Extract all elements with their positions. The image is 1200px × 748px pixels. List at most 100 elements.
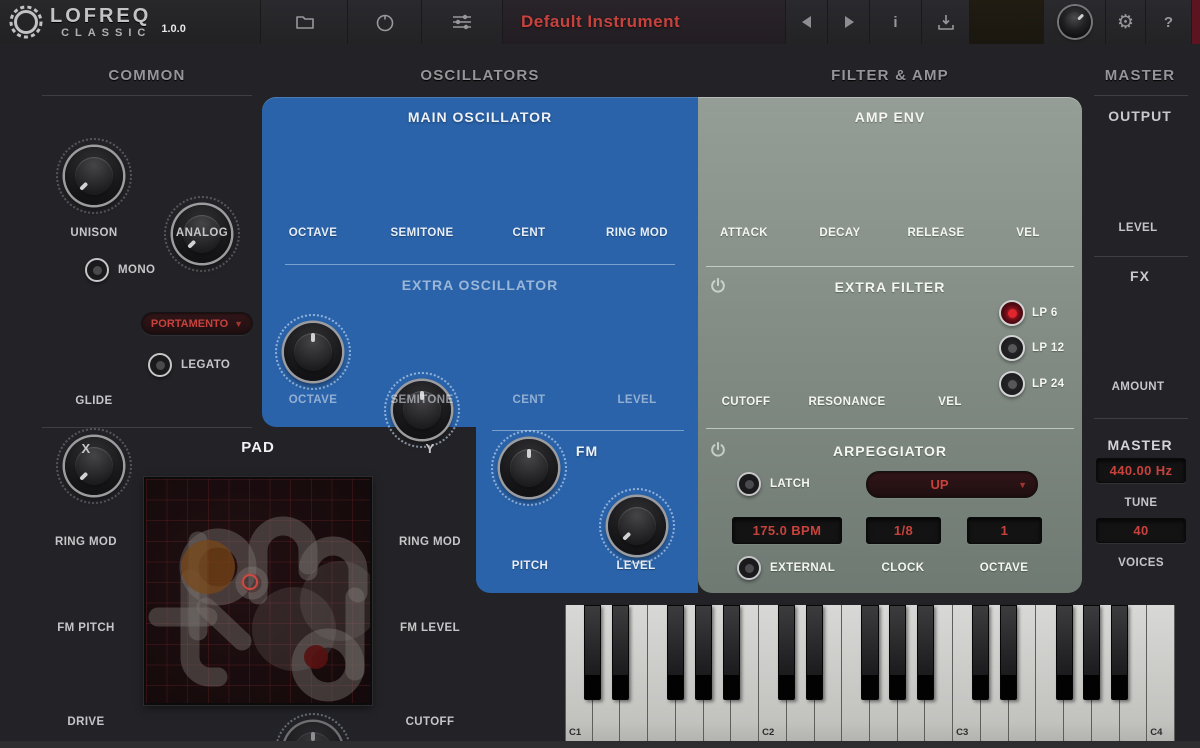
help-button[interactable]: ? [1145, 0, 1191, 44]
arp-direction-value: UP [867, 477, 1012, 492]
main-oscillator-title: MAIN OSCILLATOR [262, 109, 698, 125]
next-preset-button[interactable] [827, 0, 869, 44]
portamento-caret-icon: ▼ [234, 319, 243, 329]
filter-divider-2 [706, 428, 1074, 429]
black-key[interactable] [861, 605, 878, 700]
octave-label: C4 [1150, 727, 1162, 738]
tune-label: TUNE [1091, 497, 1191, 509]
load-preset-button[interactable] [260, 0, 347, 44]
arp-octave-value-box[interactable]: 1 [967, 517, 1042, 544]
output-level-label: LEVEL [1088, 222, 1188, 234]
voices-value-box[interactable]: 40 [1096, 518, 1186, 543]
black-key[interactable] [889, 605, 906, 700]
latch-toggle[interactable] [737, 472, 761, 496]
extra-level-label: LEVEL [587, 394, 687, 406]
arp-direction-dropdown[interactable]: UP ▼ [866, 471, 1038, 498]
master-sub-header: MASTER [1090, 437, 1190, 453]
logo-text: LOFREQ CLASSIC [50, 6, 151, 39]
black-key[interactable] [806, 605, 823, 700]
analog-label: ANALOG [152, 227, 252, 239]
black-key[interactable] [612, 605, 629, 700]
lp24-label: LP 24 [1032, 378, 1064, 390]
sliders-icon [450, 11, 474, 33]
unison-knob[interactable] [65, 147, 123, 205]
clock-label: CLOCK [853, 562, 953, 574]
titlebar: LOFREQ CLASSIC 1.0.0 [0, 0, 1200, 44]
main-semitone-knob[interactable] [393, 381, 451, 439]
settings-button[interactable]: ⚙ [1105, 0, 1145, 44]
help-icon: ? [1164, 14, 1173, 31]
level-display [969, 0, 1043, 44]
black-key[interactable] [1111, 605, 1128, 700]
pad-y-label: Y [410, 441, 450, 456]
pad-y-cutoff-label: CUTOFF [380, 716, 480, 728]
oscillators-section-header: OSCILLATORS [262, 67, 698, 84]
lp12-radio[interactable] [999, 335, 1025, 361]
black-key[interactable] [778, 605, 795, 700]
black-key[interactable] [1083, 605, 1100, 700]
tune-value-box[interactable]: 440.00 Hz [1096, 458, 1186, 483]
pad-x-label: X [66, 441, 106, 456]
pad-watermark [146, 479, 370, 703]
black-key[interactable] [917, 605, 934, 700]
prev-preset-button[interactable] [785, 0, 827, 44]
preset-display[interactable]: Default Instrument [502, 0, 785, 44]
lofreq-plugin-window: LOFREQ CLASSIC 1.0.0 [0, 0, 1200, 748]
extra-octave-label: OCTAVE [263, 394, 363, 406]
fx-amount-label: AMOUNT [1088, 381, 1188, 393]
oscillator-divider [285, 264, 675, 265]
fm-pitch-label: PITCH [480, 560, 580, 572]
master-divider-2 [1094, 256, 1188, 257]
arp-octave-label: OCTAVE [954, 562, 1054, 574]
octave-label: C3 [956, 727, 968, 738]
black-key[interactable] [972, 605, 989, 700]
voices-label: VOICES [1091, 557, 1191, 569]
main-octave-knob[interactable] [284, 323, 342, 381]
knob-mode-button[interactable] [347, 0, 421, 44]
volume-knob[interactable] [1043, 0, 1105, 44]
lp6-radio[interactable] [999, 300, 1025, 326]
fm-title: FM [476, 443, 698, 459]
pad-title: PAD [144, 439, 372, 456]
common-divider [42, 95, 252, 96]
version-label: 1.0.0 [161, 23, 185, 35]
legato-toggle[interactable] [148, 353, 172, 377]
bpm-value-box[interactable]: 175.0 BPM [732, 517, 842, 544]
preset-name: Default Instrument [521, 12, 680, 32]
xy-pad[interactable] [144, 477, 372, 705]
portamento-dropdown[interactable]: PORTAMENTO ▼ [141, 312, 253, 335]
clock-value-box[interactable]: 1/8 [866, 517, 941, 544]
black-key[interactable] [584, 605, 601, 700]
logo-secondary: CLASSIC [61, 28, 151, 39]
filter-amp-section-header: FILTER & AMP [698, 67, 1082, 84]
octave-label: C1 [569, 727, 581, 738]
common-section-header: COMMON [42, 67, 252, 84]
edge-accent [1191, 0, 1200, 44]
glide-label: GLIDE [44, 395, 144, 407]
decay-label: DECAY [790, 227, 890, 239]
mono-toggle[interactable] [85, 258, 109, 282]
white-key[interactable]: C4 [1147, 605, 1175, 742]
external-toggle[interactable] [737, 556, 761, 580]
info-icon: i [893, 14, 897, 31]
octave-label: C2 [762, 727, 774, 738]
settings-sliders-button[interactable] [421, 0, 502, 44]
fm-divider [492, 430, 684, 431]
settings-gear-icon: ⚙ [1117, 11, 1134, 34]
black-key[interactable] [723, 605, 740, 700]
logo: LOFREQ CLASSIC 1.0.0 [0, 0, 260, 44]
lp24-radio[interactable] [999, 371, 1025, 397]
main-ring-mod-knob[interactable] [608, 497, 666, 555]
extra-filter-title: EXTRA FILTER [698, 279, 1082, 295]
cutoff-label: CUTOFF [696, 396, 796, 408]
black-key[interactable] [695, 605, 712, 700]
pad-y-fm-level-label: FM LEVEL [380, 622, 480, 634]
save-preset-button[interactable] [921, 0, 969, 44]
black-key[interactable] [1056, 605, 1073, 700]
pad-y-ring-mod-label: RING MOD [380, 536, 480, 548]
arp-direction-caret-icon: ▼ [1018, 480, 1027, 490]
black-key[interactable] [1000, 605, 1017, 700]
info-button[interactable]: i [869, 0, 921, 44]
black-key[interactable] [667, 605, 684, 700]
extra-semitone-label: SEMITONE [372, 394, 472, 406]
